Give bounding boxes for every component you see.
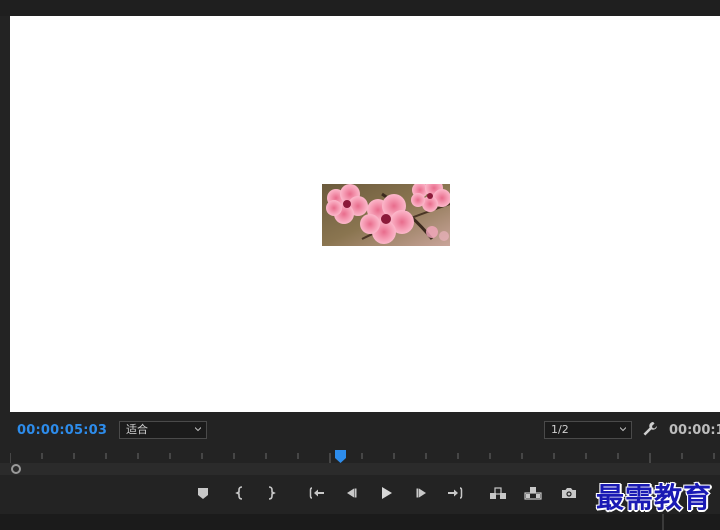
current-timecode[interactable]: 00:00:05:03: [17, 423, 107, 438]
time-ruler[interactable]: [0, 447, 720, 463]
wrench-icon[interactable]: [642, 421, 658, 437]
playhead-handle[interactable]: [334, 450, 346, 463]
video-preview[interactable]: [10, 16, 720, 412]
export-frame-button[interactable]: [560, 484, 578, 502]
go-to-in-button[interactable]: [308, 484, 326, 502]
play-button[interactable]: [377, 484, 395, 502]
zoom-fit-value: 适合: [126, 423, 148, 436]
overwrite-button[interactable]: [524, 484, 542, 502]
marker-icon: [198, 488, 208, 499]
watermark-logo: 最需教育: [596, 481, 713, 514]
zoom-scrollbar[interactable]: [0, 463, 720, 475]
go-to-in-icon: [309, 487, 324, 499]
insert-button[interactable]: [489, 484, 507, 502]
play-icon: [382, 487, 392, 499]
go-to-out-icon: [448, 487, 463, 499]
monitor-controls: 00:00:05:03 适合 1/2 00:00:1: [0, 413, 720, 447]
add-marker-button[interactable]: [194, 484, 212, 502]
playback-resolution-select[interactable]: 1/2: [544, 421, 632, 439]
mark-in-icon: [235, 486, 243, 500]
mark-out-icon: [268, 486, 276, 500]
go-to-out-button[interactable]: [446, 484, 464, 502]
blossom-image-art: [322, 184, 450, 246]
step-back-button[interactable]: [342, 484, 360, 502]
step-back-icon: [347, 488, 357, 498]
zoom-fit-select[interactable]: 适合: [119, 421, 207, 439]
camera-icon: [562, 488, 576, 498]
chevron-down-icon: [195, 427, 201, 432]
panel-header-strip: [0, 0, 720, 16]
blossom-image: [322, 184, 450, 246]
step-forward-icon: [416, 488, 426, 498]
mark-out-button[interactable]: [262, 484, 280, 502]
mark-in-button[interactable]: [231, 484, 249, 502]
step-forward-button[interactable]: [413, 484, 431, 502]
ruler-ticks: [10, 453, 715, 463]
program-monitor-panel: 00:00:05:03 适合 1/2 00:00:1 最需教育: [0, 0, 720, 530]
overwrite-icon: [524, 487, 542, 500]
chevron-down-icon: [620, 427, 626, 432]
scroll-handle[interactable]: [11, 464, 21, 474]
duration-timecode: 00:00:1: [669, 423, 720, 438]
playback-resolution-value: 1/2: [551, 423, 569, 436]
insert-icon: [490, 487, 506, 499]
